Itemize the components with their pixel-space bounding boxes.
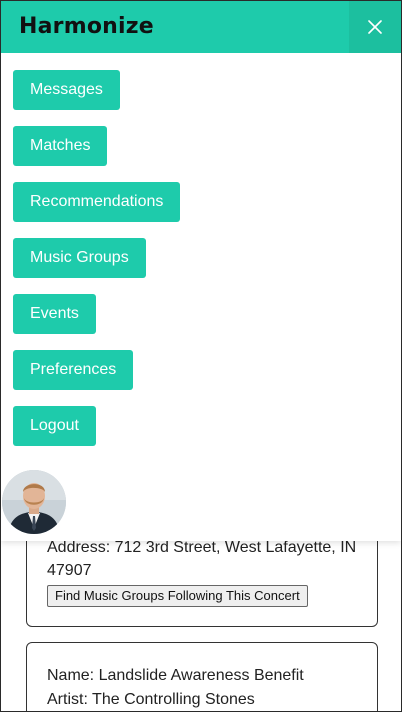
top-navbar: Harmonize	[1, 1, 401, 53]
event-card: Name: Landslide Awareness Benefit Artist…	[26, 642, 378, 711]
profile-avatar[interactable]	[2, 470, 66, 534]
nav-music-groups-button[interactable]: Music Groups	[13, 238, 146, 278]
nav-messages-button[interactable]: Messages	[13, 70, 120, 110]
nav-preferences-button[interactable]: Preferences	[13, 350, 134, 390]
brand-logo[interactable]: Harmonize	[19, 13, 154, 41]
app-frame: Address: 712 3rd Street, West Lafayette,…	[0, 0, 402, 712]
nav-logout-button[interactable]: Logout	[13, 406, 96, 446]
close-icon	[368, 20, 382, 34]
find-music-groups-button[interactable]: Find Music Groups Following This Concert	[47, 585, 308, 607]
close-menu-button[interactable]	[349, 1, 401, 53]
user-avatar-icon	[2, 470, 66, 534]
event-address: Address: 712 3rd Street, West Lafayette,…	[47, 539, 357, 579]
event-artist: Artist: The Controlling Stones	[47, 691, 255, 708]
nav-events-button[interactable]: Events	[13, 294, 96, 334]
event-name: Name: Landslide Awareness Benefit	[47, 667, 304, 684]
nav-recommendations-button[interactable]: Recommendations	[13, 182, 181, 222]
nav-matches-button[interactable]: Matches	[13, 126, 108, 166]
nav-menu-panel: Harmonize Messages Matches Recommendatio…	[1, 1, 401, 541]
